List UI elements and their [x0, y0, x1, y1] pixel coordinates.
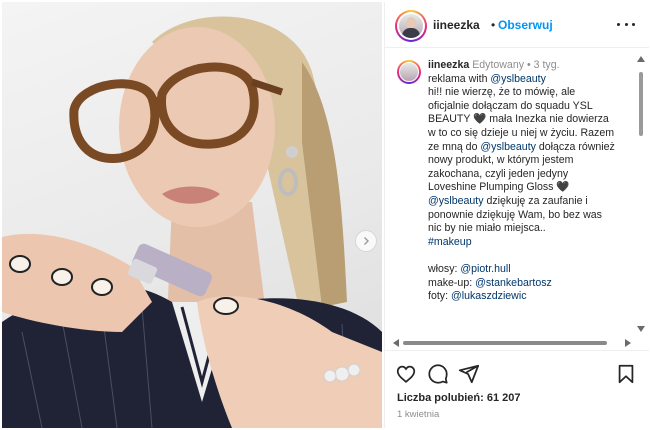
- credit-label: włosy:: [428, 262, 461, 275]
- credit-label: make-up:: [428, 276, 476, 289]
- post-photo[interactable]: [2, 2, 382, 428]
- scroll-right-icon[interactable]: [625, 339, 631, 347]
- scroll-left-icon[interactable]: [393, 339, 399, 347]
- caption-line: dziękuję za zaufanie i: [483, 194, 588, 207]
- more-icon[interactable]: [617, 20, 635, 28]
- hashtag-link[interactable]: #makeup: [428, 236, 472, 248]
- post-age[interactable]: 3 tyg.: [534, 59, 560, 71]
- header-username[interactable]: iineezka: [433, 18, 480, 32]
- photo-illustration: [2, 16, 382, 428]
- edited-label: Edytowany: [472, 59, 525, 71]
- caption-username[interactable]: iineezka: [428, 59, 469, 71]
- caption-line: zakochana, czyli jeden jedyny: [428, 167, 569, 180]
- caption-line: ze mną do: [428, 140, 481, 153]
- post-window: iineezka • Obserwuj iineezka Edytowany •…: [0, 0, 650, 430]
- caption-line: hi!! nie wierzę, że to mówię, ale: [428, 86, 576, 99]
- likes-count[interactable]: Liczba polubień: 61 207: [397, 392, 520, 404]
- horizontal-scrollbar[interactable]: [393, 338, 639, 348]
- avatar[interactable]: [395, 10, 427, 42]
- mention-link[interactable]: @yslbeauty: [480, 141, 536, 153]
- scroll-up-icon[interactable]: [637, 56, 645, 62]
- vertical-scrollbar[interactable]: [635, 54, 647, 338]
- post-sidebar: iineezka • Obserwuj iineezka Edytowany •…: [384, 2, 649, 428]
- mention-link[interactable]: @lukaszdziewic: [451, 290, 527, 302]
- heart-icon[interactable]: [395, 363, 417, 385]
- mention-link[interactable]: @yslbeauty: [490, 73, 546, 85]
- mention-link[interactable]: @stankebartosz: [475, 277, 552, 289]
- scrollbar-thumb[interactable]: [639, 72, 643, 136]
- caption-line: Loveshine Plumping Gloss 🖤: [428, 181, 570, 194]
- caption-line: reklama with: [428, 72, 491, 85]
- credit-label: foty:: [428, 290, 451, 303]
- caption-separator: •: [526, 59, 531, 71]
- scrollbar-thumb[interactable]: [403, 341, 607, 345]
- header-separator: •: [491, 18, 496, 32]
- caption-text: iineezka Edytowany • 3 tyg. reklama with…: [428, 59, 628, 304]
- mention-link[interactable]: @piotr.hull: [460, 263, 510, 275]
- mention-link[interactable]: @yslbeauty: [428, 195, 484, 207]
- caption-line: nic by nie miało miejsca..: [428, 222, 546, 235]
- bookmark-icon[interactable]: [615, 363, 637, 385]
- caption-avatar[interactable]: [397, 60, 421, 84]
- caption-line: ponownie dziękuję Wam, bo bez was: [428, 208, 602, 221]
- caption-line: BEAUTY 🖤 mała Inezka nie dowierza: [428, 113, 609, 126]
- caption-line: nowy produkt, w którym jestem: [428, 154, 574, 167]
- post-header: iineezka • Obserwuj: [385, 2, 649, 48]
- caption-line: w to co się dzieje u niej w życiu. Razem: [428, 126, 615, 139]
- carousel-next-button[interactable]: [355, 230, 377, 252]
- caption-area[interactable]: iineezka Edytowany • 3 tyg. reklama with…: [385, 48, 649, 348]
- post-date[interactable]: 1 kwietnia: [397, 409, 439, 420]
- share-icon[interactable]: [458, 363, 480, 385]
- chevron-right-icon: [364, 237, 369, 245]
- follow-button[interactable]: Obserwuj: [498, 18, 553, 32]
- post-actions: Liczba polubień: 61 207 1 kwietnia: [385, 350, 649, 428]
- comment-icon[interactable]: [427, 363, 449, 385]
- caption-line: oficjalnie dołączam do squadu YSL: [428, 99, 593, 112]
- caption-line: dołącza również: [535, 140, 615, 153]
- scroll-down-icon[interactable]: [637, 326, 645, 332]
